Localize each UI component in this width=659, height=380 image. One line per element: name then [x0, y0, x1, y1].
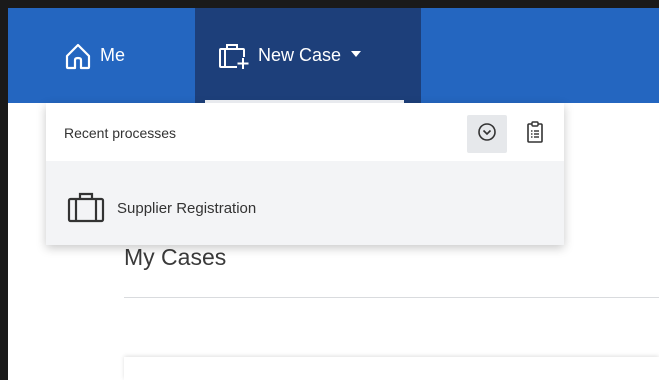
dropdown-accent-bar — [205, 100, 404, 103]
home-icon — [64, 42, 92, 70]
page-title: My Cases — [124, 244, 227, 270]
dropdown-header-title: Recent processes — [64, 125, 177, 141]
content-card — [124, 357, 659, 380]
window-left-border — [0, 0, 8, 380]
new-case-icon — [218, 42, 250, 70]
title-divider — [124, 297, 659, 298]
window-top-border — [0, 0, 659, 8]
nav-me-button[interactable]: Me — [64, 8, 125, 103]
recent-process-item[interactable]: Supplier Registration — [46, 161, 564, 245]
briefcase-icon — [66, 191, 106, 228]
nav-new-case-label: New Case — [258, 45, 342, 65]
clipboard-icon — [526, 120, 544, 148]
recent-clock-button[interactable] — [467, 115, 507, 153]
recent-process-label: Supplier Registration — [117, 200, 257, 217]
nav-new-case-button[interactable]: New Case — [195, 8, 421, 103]
nav-me-label: Me — [100, 45, 126, 65]
chevron-down-icon — [351, 50, 362, 57]
top-navbar: Me New Case — [8, 8, 659, 103]
recent-processes-dropdown: Recent processes Supplier Registration — [46, 103, 564, 245]
all-processes-button[interactable] — [524, 117, 546, 151]
clock-icon — [477, 122, 497, 147]
dropdown-header: Recent processes — [46, 103, 564, 161]
window-edge-marker — [0, 258, 8, 259]
